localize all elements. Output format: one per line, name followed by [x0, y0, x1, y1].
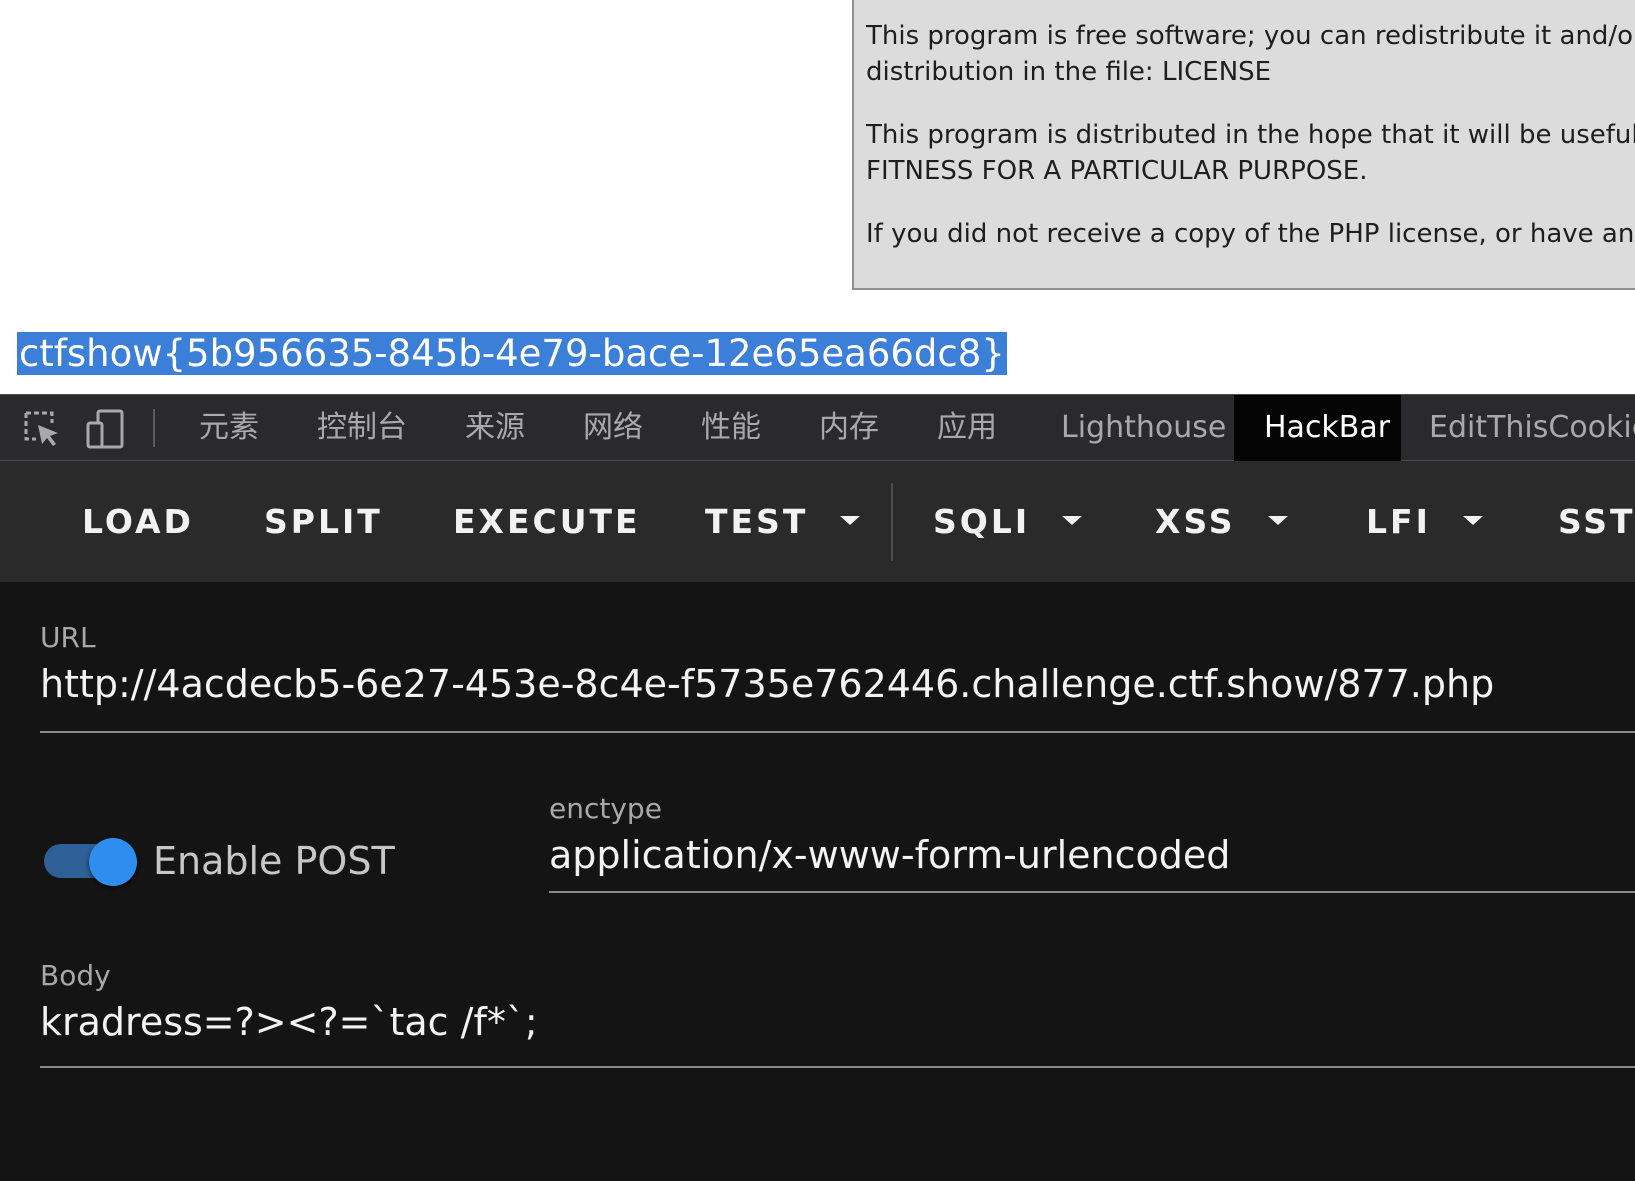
- flag-output[interactable]: ctfshow{5b956635-845b-4e79-bace-12e65ea6…: [17, 330, 1007, 378]
- php-license-notice: This program is free software; you can r…: [852, 0, 1635, 290]
- toolbar-divider: [891, 483, 893, 561]
- license-paragraph-2: This program is distributed in the hope …: [866, 117, 1635, 189]
- chevron-down-icon: [840, 516, 861, 525]
- sqli-dropdown[interactable]: SQLI: [933, 461, 1083, 582]
- tab-sources[interactable]: 来源: [436, 395, 554, 461]
- enctype-select[interactable]: application/x-www-form-urlencoded: [549, 833, 1230, 877]
- tab-performance[interactable]: 性能: [672, 395, 790, 461]
- load-label: LOAD: [82, 502, 194, 541]
- tab-editthiscookie[interactable]: EditThisCookie: [1400, 395, 1635, 461]
- lfi-dropdown[interactable]: LFI: [1366, 461, 1483, 582]
- chevron-down-icon: [1062, 516, 1083, 525]
- test-label: TEST: [705, 502, 809, 541]
- hackbar-toolbar: LOAD SPLIT EXECUTE TEST SQLI XSS LFI SST…: [0, 461, 1635, 582]
- tab-hackbar[interactable]: HackBar: [1234, 395, 1401, 461]
- xss-label: XSS: [1155, 502, 1236, 541]
- lfi-label: LFI: [1366, 502, 1431, 541]
- ssti-label: SSTI: [1558, 502, 1635, 541]
- toolbar-divider: [153, 409, 155, 447]
- toggle-knob[interactable]: [89, 838, 137, 886]
- ssti-dropdown[interactable]: SSTI: [1558, 461, 1635, 582]
- url-label: URL: [40, 621, 96, 654]
- execute-button[interactable]: EXECUTE: [453, 461, 641, 582]
- license-line: This program is free software; you can r…: [866, 21, 1635, 51]
- device-toolbar-icon[interactable]: [86, 409, 126, 449]
- split-label: SPLIT: [264, 502, 383, 541]
- tab-memory[interactable]: 内存: [790, 395, 908, 461]
- load-button[interactable]: LOAD: [82, 461, 194, 582]
- enctype-underline: [549, 891, 1635, 893]
- chevron-down-icon: [1462, 516, 1483, 525]
- license-line: If you did not receive a copy of the PHP…: [866, 219, 1635, 249]
- devtools-tab-bar: 元素 控制台 来源 网络 性能 内存 应用 Lighthouse HackBar…: [0, 394, 1635, 461]
- tab-lighthouse[interactable]: Lighthouse: [1032, 395, 1255, 461]
- enable-post-label[interactable]: Enable POST: [153, 839, 395, 883]
- test-dropdown[interactable]: TEST: [705, 461, 861, 582]
- xss-dropdown[interactable]: XSS: [1155, 461, 1288, 582]
- tab-console[interactable]: 控制台: [288, 395, 436, 461]
- url-input-underline: [40, 731, 1635, 733]
- license-line: distribution in the file: LICENSE: [866, 57, 1272, 87]
- tab-elements[interactable]: 元素: [170, 395, 288, 461]
- hackbar-panel: URL http://4acdecb5-6e27-453e-8c4e-f5735…: [0, 582, 1635, 1181]
- license-paragraph-1: This program is free software; you can r…: [866, 18, 1635, 90]
- execute-label: EXECUTE: [453, 502, 641, 541]
- body-textarea[interactable]: kradress=?><?=`tac /f*`;: [40, 1000, 538, 1044]
- inspect-element-icon[interactable]: [22, 409, 62, 449]
- license-paragraph-3: If you did not receive a copy of the PHP…: [866, 216, 1635, 252]
- license-line: This program is distributed in the hope …: [866, 120, 1635, 150]
- body-underline: [40, 1066, 1635, 1068]
- sqli-label: SQLI: [933, 502, 1031, 541]
- tab-application[interactable]: 应用: [908, 395, 1026, 461]
- split-button[interactable]: SPLIT: [264, 461, 383, 582]
- selected-flag-text[interactable]: ctfshow{5b956635-845b-4e79-bace-12e65ea6…: [17, 332, 1007, 375]
- url-input[interactable]: http://4acdecb5-6e27-453e-8c4e-f5735e762…: [40, 662, 1494, 706]
- chevron-down-icon: [1267, 516, 1288, 525]
- body-label: Body: [40, 959, 111, 992]
- license-line: FITNESS FOR A PARTICULAR PURPOSE.: [866, 156, 1368, 186]
- enctype-label: enctype: [549, 792, 662, 825]
- tab-network[interactable]: 网络: [554, 395, 672, 461]
